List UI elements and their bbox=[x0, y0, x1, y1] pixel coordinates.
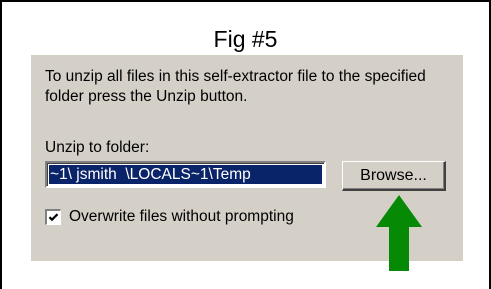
browse-button[interactable]: Browse... bbox=[342, 161, 446, 191]
instructions-text: To unzip all files in this self-extracto… bbox=[45, 68, 426, 105]
unzip-to-folder-label: Unzip to folder: bbox=[45, 139, 150, 156]
figure-title: Fig #5 bbox=[213, 26, 278, 52]
checkmark-icon bbox=[48, 213, 59, 222]
up-arrow-icon bbox=[376, 195, 422, 271]
unzip-folder-value[interactable]: ~1\ jsmith \LOCALS~1\Temp bbox=[49, 165, 322, 184]
figure-frame: Fig #5 To unzip all files in this self-e… bbox=[0, 0, 491, 289]
unzip-folder-input[interactable]: ~1\ jsmith \LOCALS~1\Temp bbox=[45, 161, 326, 188]
frame-top-border bbox=[0, 0, 491, 2]
overwrite-checkbox[interactable] bbox=[45, 209, 61, 225]
overwrite-label: Overwrite files without prompting bbox=[69, 208, 294, 225]
